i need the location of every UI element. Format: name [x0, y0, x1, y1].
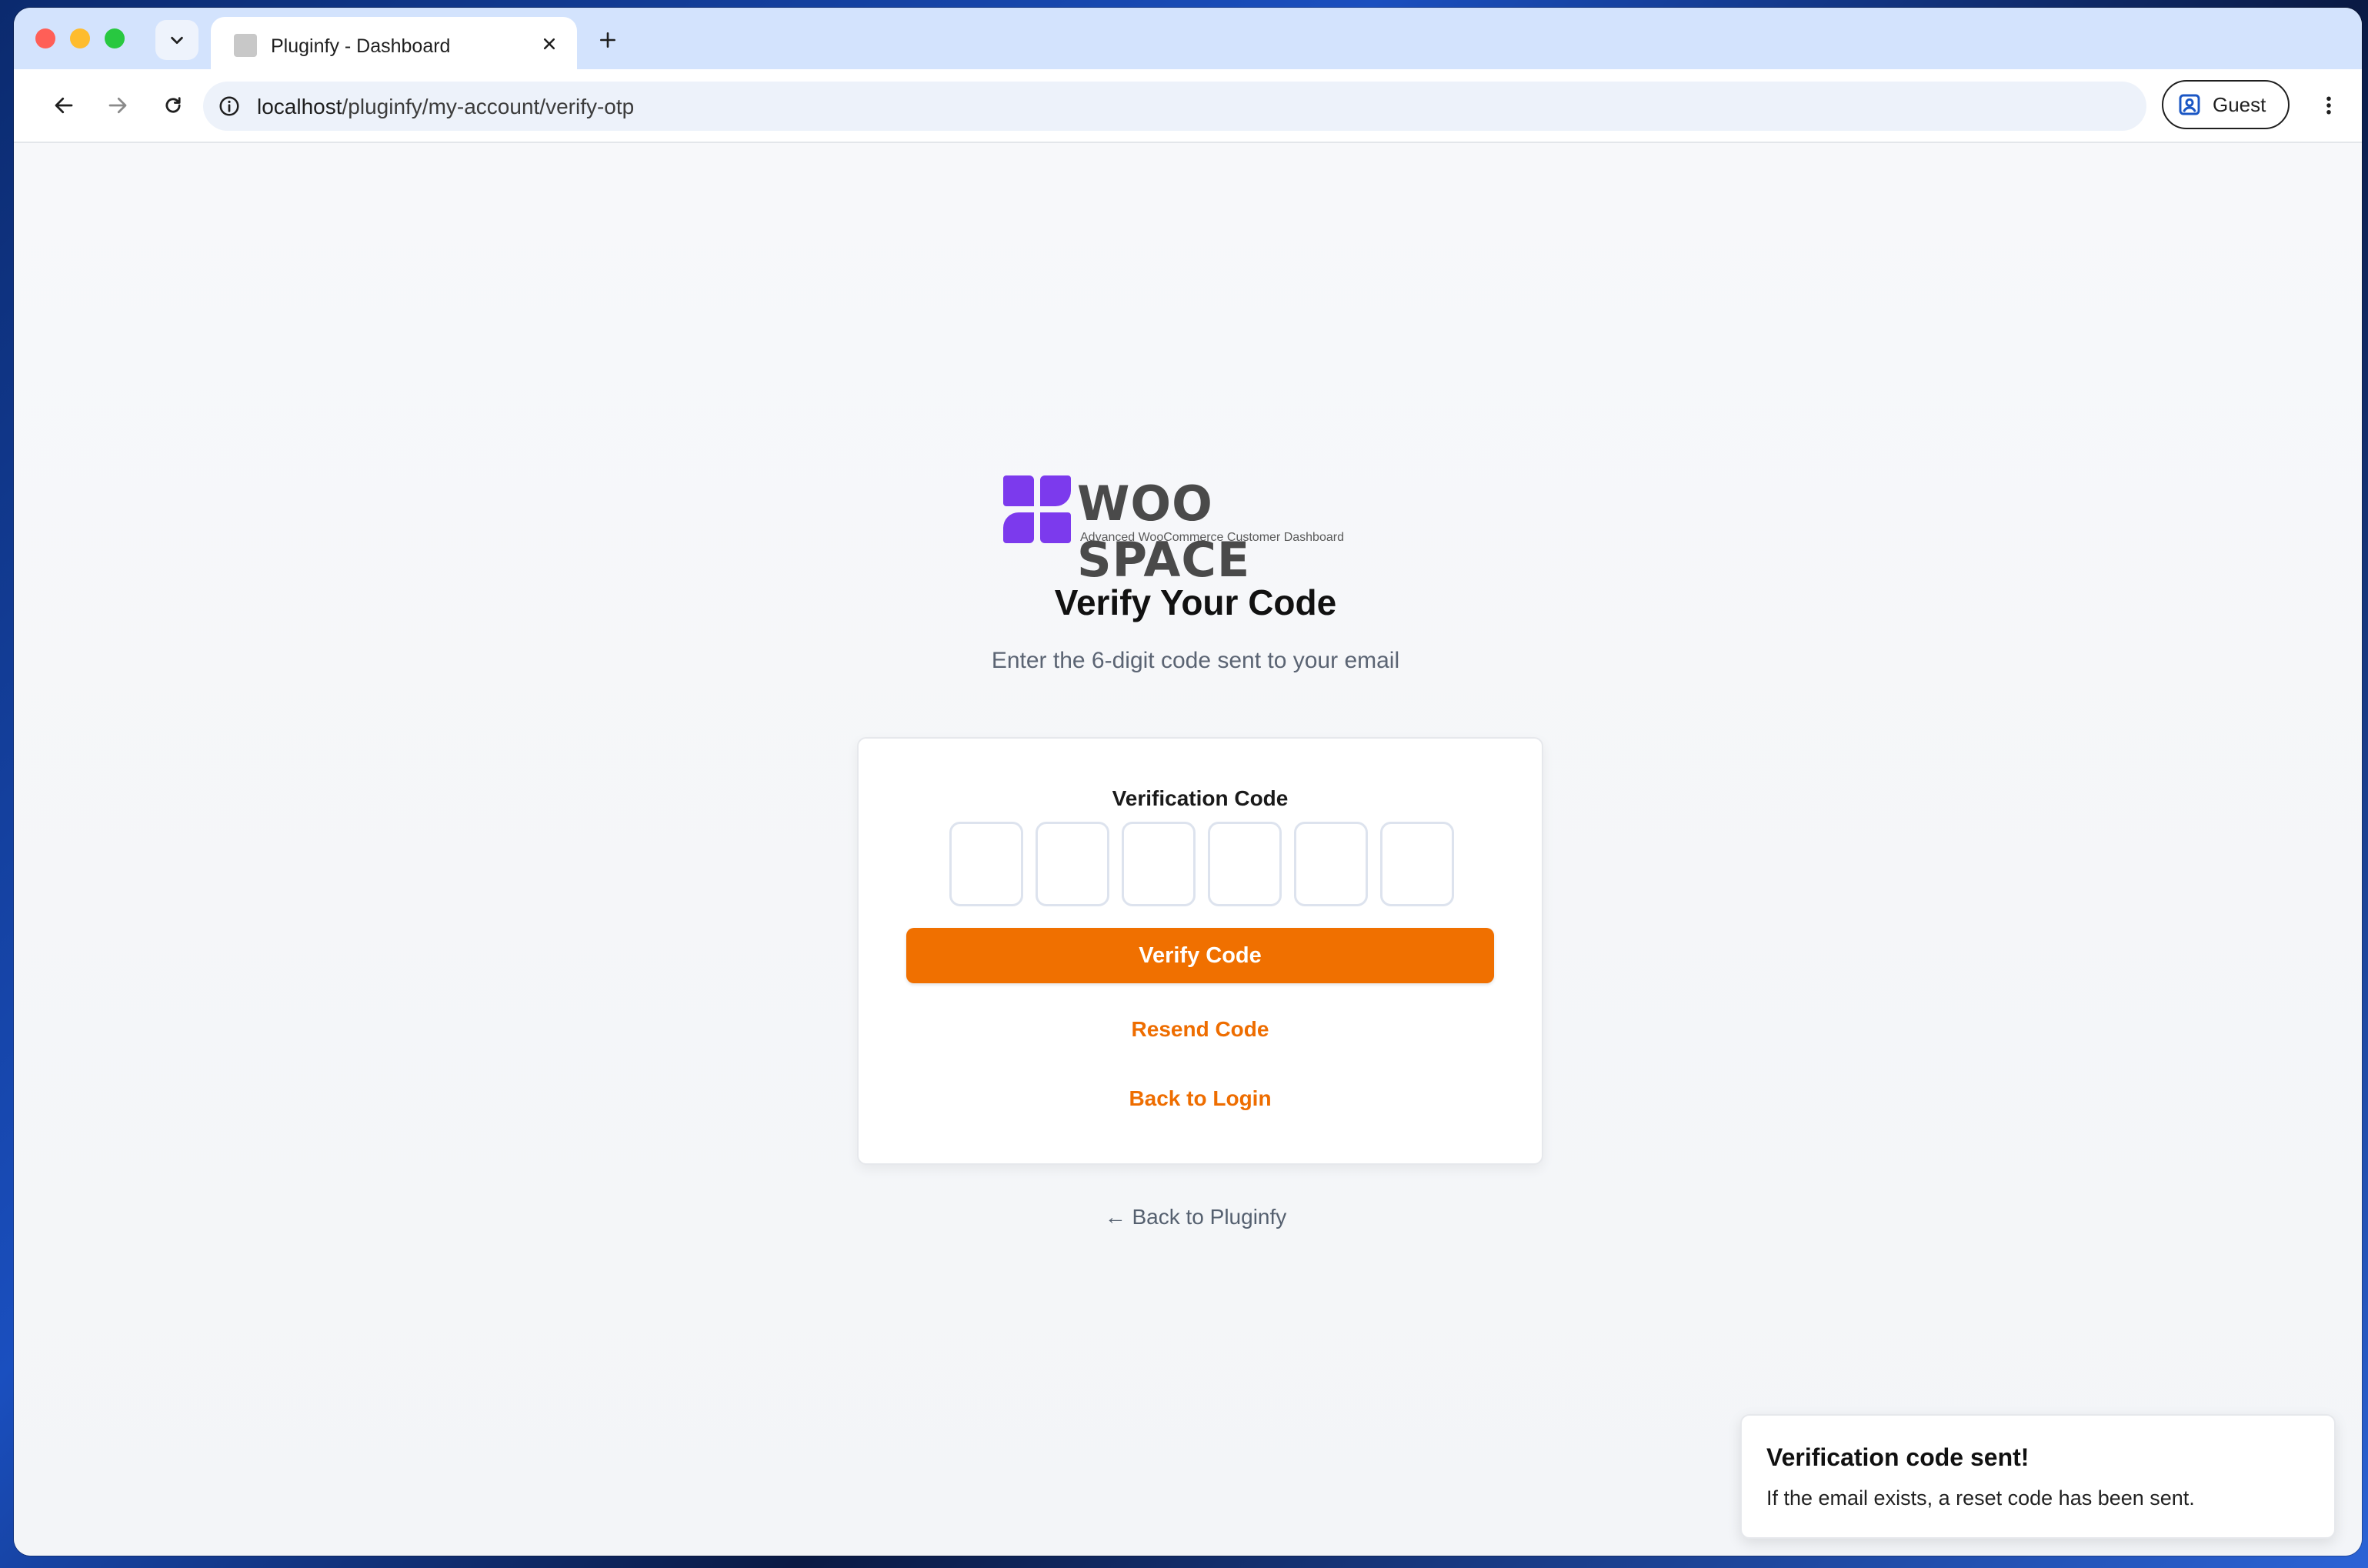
toast-message: If the email exists, a reset code has be… — [1766, 1486, 2195, 1510]
close-window-button[interactable] — [35, 28, 55, 48]
otp-inputs — [949, 822, 1454, 906]
page-subtitle: Enter the 6-digit code sent to your emai… — [991, 648, 1400, 673]
browser-toolbar: localhost/pluginfy/my-account/verify-otp… — [14, 69, 2362, 143]
address-bar[interactable]: localhost/pluginfy/my-account/verify-otp — [203, 82, 2146, 131]
brand-logo: WOO SPACE Advanced WooCommerce Customer … — [1003, 475, 1388, 588]
back-to-login-link[interactable]: Back to Login — [859, 1086, 1542, 1111]
maximize-window-button[interactable] — [105, 28, 125, 48]
code-label: Verification Code — [1112, 786, 1289, 810]
tab-close-button[interactable] — [535, 30, 563, 58]
page-content: WOO SPACE Advanced WooCommerce Customer … — [14, 143, 2362, 1556]
otp-digit-6[interactable] — [1380, 822, 1454, 906]
person-badge-icon — [2179, 94, 2200, 115]
forward-button[interactable] — [100, 88, 135, 123]
toast-notification: Verification code sent! If the email exi… — [1740, 1414, 2336, 1539]
brand-tagline: Advanced WooCommerce Customer Dashboard — [1080, 531, 1344, 544]
browser-window: Pluginfy - Dashboard localhost/pluginfy/… — [14, 8, 2362, 1556]
tab-search-button[interactable] — [155, 20, 198, 60]
resend-code-link[interactable]: Resend Code — [859, 1017, 1542, 1042]
close-icon — [543, 38, 555, 50]
verify-code-button[interactable]: Verify Code — [906, 928, 1494, 983]
back-to-pluginfy-link[interactable]: ← Back to Pluginfy — [811, 1205, 1580, 1229]
otp-digit-5[interactable] — [1294, 822, 1368, 906]
reload-button[interactable] — [155, 88, 191, 123]
tab-strip: Pluginfy - Dashboard — [14, 8, 2362, 74]
browser-menu-button[interactable] — [2317, 88, 2340, 123]
otp-digit-1[interactable] — [949, 822, 1023, 906]
otp-digit-4[interactable] — [1208, 822, 1282, 906]
more-vertical-icon — [2326, 96, 2331, 115]
page-title: Verify Your Code — [1054, 582, 1337, 622]
url-text: localhost/pluginfy/my-account/verify-otp — [257, 95, 634, 119]
reload-icon — [165, 97, 181, 113]
otp-digit-3[interactable] — [1122, 822, 1196, 906]
arrow-right-icon — [108, 97, 127, 114]
arrow-left-icon — [55, 97, 73, 114]
chevron-down-icon — [171, 36, 183, 45]
toast-title: Verification code sent! — [1766, 1443, 2029, 1471]
browser-tab[interactable]: Pluginfy - Dashboard — [211, 17, 577, 74]
site-info-icon[interactable] — [215, 92, 243, 120]
minimize-window-button[interactable] — [70, 28, 90, 48]
tab-title: Pluginfy - Dashboard — [271, 35, 451, 57]
profile-label: Guest — [2213, 92, 2266, 116]
favicon-icon — [234, 34, 257, 57]
plus-icon — [600, 32, 615, 48]
url-path: /pluginfy/my-account/verify-otp — [342, 95, 635, 118]
otp-digit-2[interactable] — [1036, 822, 1109, 906]
verify-card: Verification Code Verify Code Resend Cod… — [857, 737, 1543, 1165]
logo-mark-icon — [1003, 475, 1071, 543]
profile-button[interactable]: Guest — [2162, 80, 2290, 129]
url-host: localhost — [257, 95, 342, 118]
back-button[interactable] — [46, 88, 82, 123]
new-tab-button[interactable] — [592, 25, 623, 55]
